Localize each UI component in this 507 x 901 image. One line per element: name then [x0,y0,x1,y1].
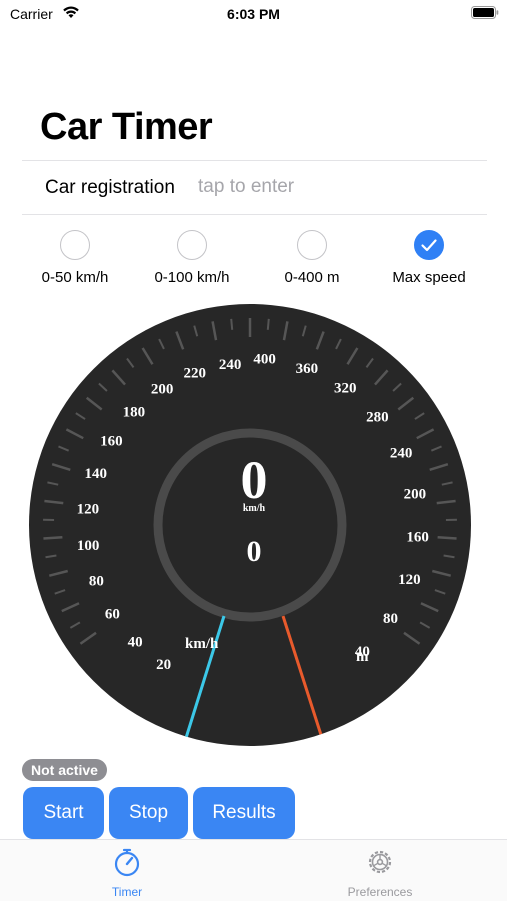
speed-tick-label: 40 [128,635,143,651]
status-badge: Not active [22,759,107,781]
mode-label: Max speed [374,269,484,286]
distance-tick-label: 200 [404,487,427,503]
speed-tick-label: 160 [100,433,123,449]
speed-scale-unit: km/h [185,636,219,652]
checkmark-icon [414,230,444,260]
stopwatch-icon [111,846,143,878]
mode-max-speed[interactable]: Max speed [374,230,484,286]
speed-tick-label: 20 [156,657,171,673]
mode-0-100-kmh[interactable]: 0-100 km/h [137,230,247,286]
tab-label: Timer [72,885,182,899]
radio-button[interactable] [60,230,90,260]
mode-label: 0-100 km/h [137,269,247,286]
speed-tick-label: 60 [105,606,120,622]
gauge-tick [268,319,269,330]
page-title: Car Timer [40,106,212,149]
speedometer-gauge: 20406080100120140160180200220240 4003603… [20,303,480,748]
distance-tick-label: 160 [406,530,429,546]
mode-0-400-m[interactable]: 0-400 m [257,230,367,286]
gauge-tick [231,319,232,330]
distance-tick-label: 280 [366,410,389,426]
mode-label: 0-400 m [257,269,367,286]
divider [22,160,487,161]
distance-tick-label: 80 [383,611,398,627]
speed-tick-label: 200 [151,382,174,398]
results-button[interactable]: Results [193,787,295,839]
current-speed-value: 0 [241,450,268,510]
speed-tick-label: 220 [183,366,206,382]
stop-button[interactable]: Stop [109,787,188,839]
divider [22,214,487,215]
start-button[interactable]: Start [23,787,104,839]
gear-icon [364,846,396,878]
distance-scale-unit: m [356,649,369,665]
tab-preferences[interactable]: Preferences [325,846,435,899]
radio-button[interactable] [297,230,327,260]
clock: 6:03 PM [0,6,507,22]
tab-bar: Timer Preferences [0,839,507,901]
gauge-tick [43,537,62,538]
speed-tick-label: 100 [77,538,100,554]
speed-tick-label: 140 [85,466,108,482]
battery-icon [471,6,499,19]
gauge-tick [438,537,457,538]
distance-tick-label: 320 [334,381,357,397]
distance-tick-label: 400 [253,352,276,368]
speed-tick-label: 80 [89,574,104,590]
distance-tick-label: 120 [398,572,421,588]
distance-tick-label: 360 [296,361,319,377]
tab-timer[interactable]: Timer [72,846,182,899]
mode-label: 0-50 km/h [20,269,130,286]
tab-label: Preferences [325,885,435,899]
radio-button[interactable] [177,230,207,260]
distance-tick-label: 240 [390,446,413,462]
registration-label: Car registration [45,177,175,199]
registration-input[interactable] [198,176,448,198]
secondary-value: 0 [247,535,262,568]
speed-tick-label: 240 [219,357,242,373]
mode-0-50-kmh[interactable]: 0-50 km/h [20,230,130,286]
current-speed-unit: km/h [243,503,266,514]
speed-tick-label: 180 [123,405,146,421]
radio-button-selected[interactable] [414,230,444,260]
gauge-dial [29,304,471,746]
speed-tick-label: 120 [77,502,100,518]
status-bar: Carrier 6:03 PM [0,0,507,30]
